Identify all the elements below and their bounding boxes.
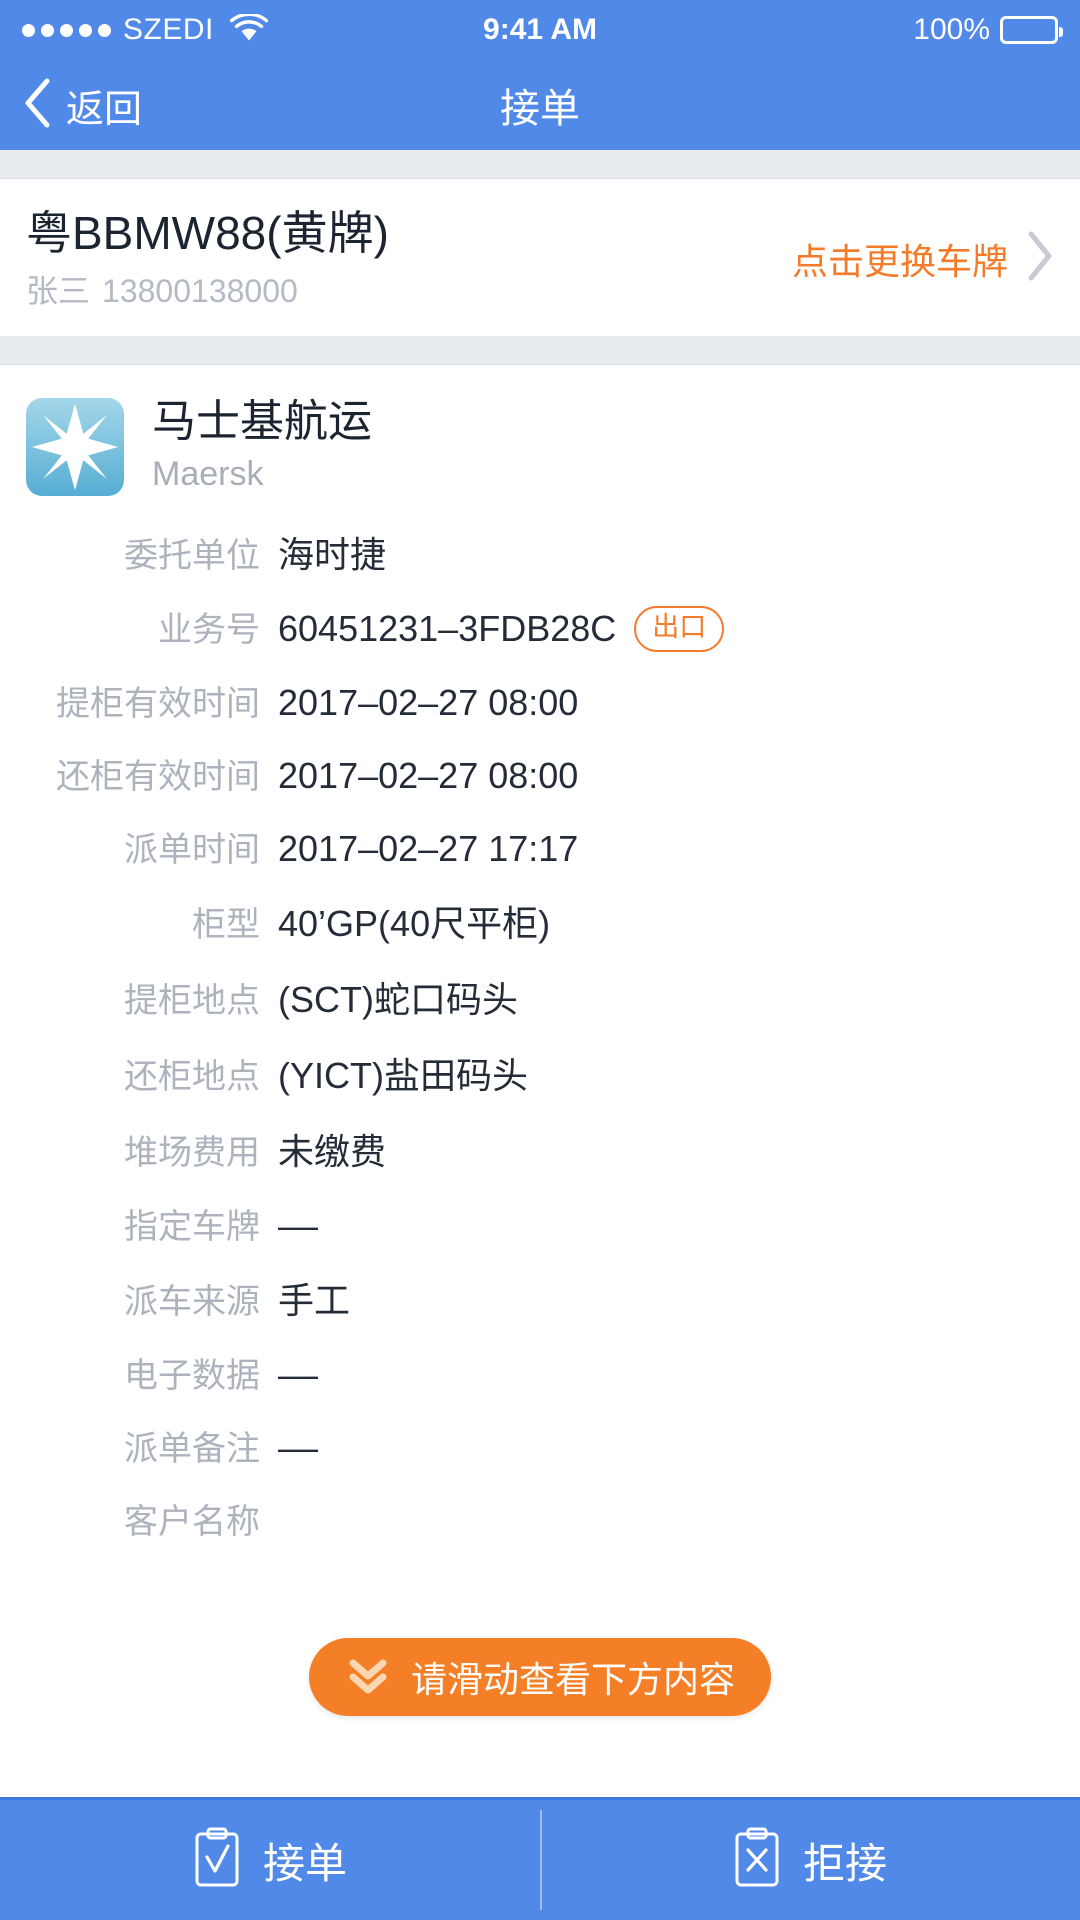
carrier-name: SZEDI <box>123 13 214 47</box>
table-row: 业务号 60451231–3FDB28C 出口 <box>0 590 1080 664</box>
carrier-header: 马士基航运 Maersk <box>0 383 1080 506</box>
status-bar: SZEDI 9:41 AM 100% <box>0 0 1080 60</box>
status-bar-left: SZEDI <box>22 13 483 47</box>
table-row: 柜型 40’GP(40尺平柜) <box>0 883 1080 959</box>
battery-icon <box>1000 16 1058 44</box>
row-value-text: –– <box>278 1205 318 1247</box>
row-label: 还柜地点 <box>26 1049 278 1098</box>
row-value: 海时捷 <box>278 526 386 578</box>
table-row: 还柜地点 (YICT)盐田码头 <box>0 1035 1080 1111</box>
row-label: 柜型 <box>26 897 278 946</box>
row-label: 客户名称 <box>26 1494 278 1543</box>
row-label: 堆场费用 <box>26 1125 278 1174</box>
row-value: 2017–02–27 08:00 <box>278 755 578 797</box>
row-value-text: –– <box>278 1427 318 1469</box>
row-value: 60451231–3FDB28C 出口 <box>278 606 724 652</box>
reject-order-button[interactable]: 拒接 <box>540 1800 1080 1920</box>
row-label: 业务号 <box>26 602 278 651</box>
table-row: 电子数据 –– <box>0 1336 1080 1409</box>
row-value: 2017–02–27 08:00 <box>278 682 578 724</box>
row-value-text: 未缴费 <box>278 1123 386 1175</box>
chevron-double-down-icon <box>345 1655 391 1700</box>
accept-order-button[interactable]: 接单 <box>0 1800 540 1920</box>
row-label: 派车来源 <box>26 1274 278 1323</box>
row-value-text: 2017–02–27 17:17 <box>278 828 578 870</box>
row-value-text: 60451231–3FDB28C <box>278 608 616 650</box>
carrier-name-cn: 马士基航运 <box>152 397 372 448</box>
navigation-bar: 返回 接单 <box>0 60 1080 150</box>
chevron-left-icon <box>22 77 52 134</box>
row-label: 提柜地点 <box>26 973 278 1022</box>
reject-order-label: 拒接 <box>803 1830 887 1891</box>
row-label: 电子数据 <box>26 1348 278 1397</box>
row-value: 未缴费 <box>278 1123 386 1175</box>
back-button-label: 返回 <box>66 78 142 133</box>
carrier-names: 马士基航运 Maersk <box>152 397 372 496</box>
battery-percent-label: 100% <box>913 13 990 47</box>
plate-number: 粤BBMW88(黄牌) <box>26 207 792 260</box>
table-row: 派单时间 2017–02–27 17:17 <box>0 810 1080 883</box>
vehicle-plate-info: 粤BBMW88(黄牌) 张三 13800138000 <box>26 207 792 310</box>
row-value: –– <box>278 1354 318 1396</box>
row-value: –– <box>278 1427 318 1469</box>
row-label: 提柜有效时间 <box>26 676 278 725</box>
change-plate-label: 点击更换车牌 <box>792 233 1008 285</box>
row-label: 委托单位 <box>26 528 278 577</box>
section-divider-top <box>0 150 1080 179</box>
row-label: 指定车牌 <box>26 1199 278 1248</box>
row-value: 40’GP(40尺平柜) <box>278 895 550 947</box>
row-label: 派单时间 <box>26 822 278 871</box>
table-row: 还柜有效时间 2017–02–27 08:00 <box>0 737 1080 810</box>
clipboard-check-icon <box>193 1827 241 1894</box>
change-plate-action[interactable]: 点击更换车牌 <box>792 230 1054 287</box>
table-row: 委托单位 海时捷 <box>0 514 1080 590</box>
row-value-text: 40’GP(40尺平柜) <box>278 895 550 947</box>
scroll-hint-button[interactable]: 请滑动查看下方内容 <box>309 1638 771 1716</box>
status-bar-clock: 9:41 AM <box>483 13 597 47</box>
status-badge: 出口 <box>634 606 724 652</box>
carrier-name-en: Maersk <box>152 452 372 496</box>
row-value-text: –– <box>278 1354 318 1396</box>
table-row: 客户名称 <box>0 1482 1080 1555</box>
table-row: 派单备注 –– <box>0 1409 1080 1482</box>
status-bar-right: 100% <box>597 13 1058 47</box>
row-value-text: 手工 <box>278 1272 350 1324</box>
maersk-star-icon <box>26 398 124 496</box>
driver-name: 张三 <box>26 273 90 309</box>
row-value-text: 2017–02–27 08:00 <box>278 682 578 724</box>
table-row: 指定车牌 –– <box>0 1187 1080 1260</box>
row-value: –– <box>278 1205 318 1247</box>
clipboard-x-icon <box>733 1827 781 1894</box>
signal-strength-dots-icon <box>22 24 111 37</box>
page-title: 接单 <box>0 76 1080 134</box>
driver-info: 张三 13800138000 <box>26 272 792 310</box>
order-detail-rows: 委托单位 海时捷 业务号 60451231–3FDB28C 出口 提柜有效时间 … <box>0 506 1080 1555</box>
row-value: (SCT)蛇口码头 <box>278 971 518 1023</box>
order-detail-card: 马士基航运 Maersk 委托单位 海时捷 业务号 60451231–3FDB2… <box>0 365 1080 1555</box>
vehicle-plate-section[interactable]: 粤BBMW88(黄牌) 张三 13800138000 点击更换车牌 <box>0 179 1080 336</box>
accept-order-label: 接单 <box>263 1830 347 1891</box>
row-label: 还柜有效时间 <box>26 749 278 798</box>
row-value-text: 2017–02–27 08:00 <box>278 755 578 797</box>
chevron-right-icon <box>1024 230 1054 287</box>
row-value-text: (SCT)蛇口码头 <box>278 971 518 1023</box>
row-value-text: (YICT)盐田码头 <box>278 1047 528 1099</box>
table-row: 提柜有效时间 2017–02–27 08:00 <box>0 664 1080 737</box>
wifi-icon <box>230 14 268 47</box>
row-value: 2017–02–27 17:17 <box>278 828 578 870</box>
bottom-action-bar: 接单 拒接 <box>0 1797 1080 1920</box>
row-label: 派单备注 <box>26 1421 278 1470</box>
table-row: 提柜地点 (SCT)蛇口码头 <box>0 959 1080 1035</box>
driver-phone: 13800138000 <box>102 273 298 309</box>
table-row: 堆场费用 未缴费 <box>0 1111 1080 1187</box>
section-divider-middle <box>0 336 1080 365</box>
row-value-text: 海时捷 <box>278 526 386 578</box>
table-row: 派车来源 手工 <box>0 1260 1080 1336</box>
row-value: (YICT)盐田码头 <box>278 1047 528 1099</box>
back-button[interactable]: 返回 <box>0 60 142 150</box>
row-value: 手工 <box>278 1272 350 1324</box>
scroll-hint-label: 请滑动查看下方内容 <box>411 1651 735 1703</box>
